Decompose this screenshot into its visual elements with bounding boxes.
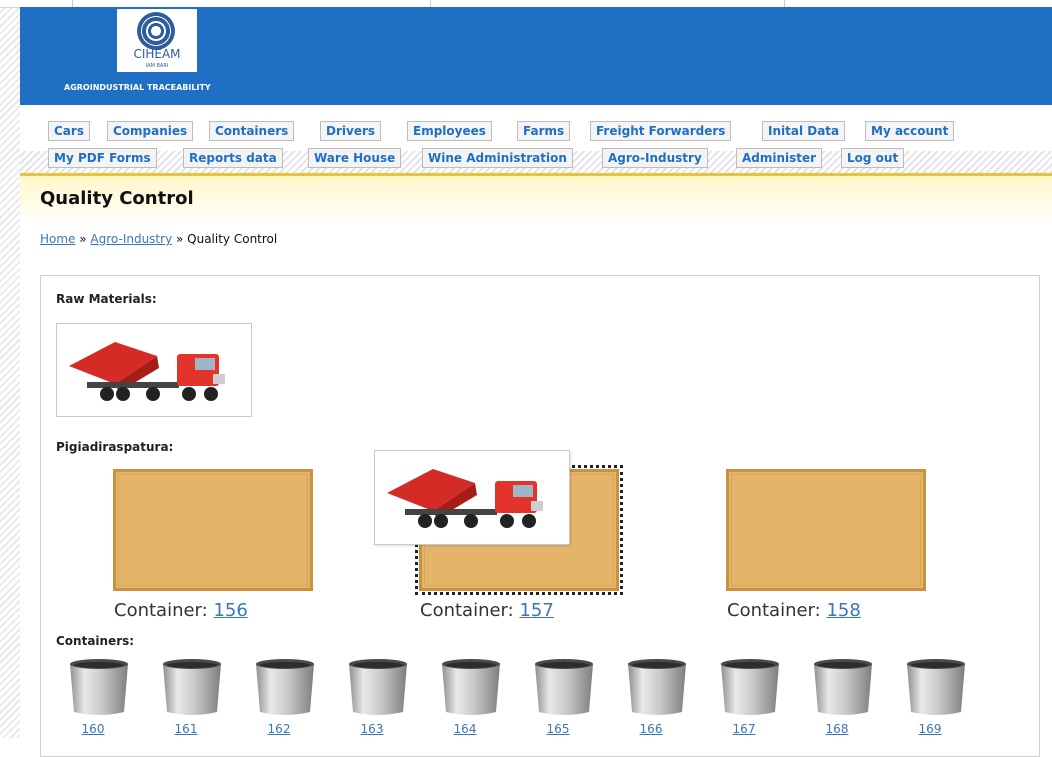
- breadcrumb: Home » Agro-Industry » Quality Control: [40, 232, 277, 246]
- tab-ware-house[interactable]: Ware House: [308, 148, 402, 168]
- raw-materials-label: Raw Materials:: [56, 292, 157, 306]
- container-link-168[interactable]: 168: [805, 722, 869, 736]
- container-can-icon[interactable]: [253, 658, 317, 718]
- container-link-160[interactable]: 160: [61, 722, 125, 736]
- tab-my-pdf-forms[interactable]: My PDF Forms: [48, 148, 157, 168]
- container-can-icon[interactable]: [160, 658, 224, 718]
- breadcrumb-home[interactable]: Home: [40, 232, 75, 246]
- top-strip-divider: [72, 0, 73, 7]
- container-caption-156: Container: 156: [114, 600, 248, 621]
- container-can-icon[interactable]: [811, 658, 875, 718]
- tab-log-out[interactable]: Log out: [841, 148, 905, 168]
- breadcrumb-separator: »: [172, 232, 188, 246]
- container-can-icon[interactable]: [625, 658, 689, 718]
- tab-employees[interactable]: Employees: [407, 121, 492, 141]
- container-link-162[interactable]: 162: [247, 722, 311, 736]
- red-dump-truck-icon: [387, 469, 543, 528]
- container-link-161[interactable]: 161: [154, 722, 218, 736]
- container-caption-prefix: Container:: [114, 600, 214, 621]
- container-caption-prefix: Container:: [420, 600, 520, 621]
- container-bin-158[interactable]: [726, 469, 926, 591]
- tab-reports-data[interactable]: Reports data: [183, 148, 283, 168]
- container-can-icon[interactable]: [904, 658, 968, 718]
- container-link-158[interactable]: 158: [826, 600, 860, 621]
- container-link-164[interactable]: 164: [433, 722, 497, 736]
- container-bin-156[interactable]: [113, 469, 313, 591]
- container-can-icon[interactable]: [346, 658, 410, 718]
- page-title: Quality Control: [40, 188, 194, 209]
- breadcrumb-current: Quality Control: [187, 232, 278, 246]
- breadcrumb-separator: »: [75, 232, 91, 246]
- tab-administer[interactable]: Administer: [736, 148, 823, 168]
- tab-wine-administration[interactable]: Wine Administration: [422, 148, 573, 168]
- raw-material-item[interactable]: [56, 323, 252, 417]
- container-link-167[interactable]: 167: [712, 722, 776, 736]
- dragged-truck-image[interactable]: [374, 450, 570, 545]
- tab-freight-forwarders[interactable]: Freight Forwarders: [590, 121, 732, 141]
- primary-navigation: Cars Companies Containers Drivers Employ…: [20, 105, 1052, 173]
- site-slogan: AGROINDUSTRIAL TRACEABILITY: [64, 83, 211, 92]
- top-strip-divider: [784, 0, 785, 7]
- container-can-icon[interactable]: [67, 658, 131, 718]
- container-caption-157: Container: 157: [420, 600, 554, 621]
- tab-companies[interactable]: Companies: [107, 121, 194, 141]
- container-link-157[interactable]: 157: [519, 600, 553, 621]
- breadcrumb-agro-industry[interactable]: Agro-Industry: [90, 232, 172, 246]
- ciheam-emblem-icon: [137, 12, 175, 50]
- tab-farms[interactable]: Farms: [517, 121, 571, 141]
- top-strip-divider: [430, 0, 431, 7]
- red-dump-truck-icon: [69, 342, 225, 401]
- container-link-166[interactable]: 166: [619, 722, 683, 736]
- container-link-156[interactable]: 156: [213, 600, 247, 621]
- tab-inital-data[interactable]: Inital Data: [762, 121, 846, 141]
- logo-text: CIHEAM: [133, 47, 181, 61]
- page-title-bar: Quality Control: [20, 173, 1052, 226]
- container-can-icon[interactable]: [532, 658, 596, 718]
- containers-label: Containers:: [56, 634, 135, 648]
- pigiadiraspatura-label: Pigiadiraspatura:: [56, 440, 174, 454]
- tab-agro-industry[interactable]: Agro-Industry: [602, 148, 708, 168]
- container-caption-prefix: Container:: [727, 600, 827, 621]
- tab-my-account[interactable]: My account: [865, 121, 955, 141]
- container-caption-158: Container: 158: [727, 600, 861, 621]
- container-link-169[interactable]: 169: [898, 722, 962, 736]
- tab-cars[interactable]: Cars: [48, 121, 90, 141]
- logo-subtext: IAM BARI: [145, 63, 169, 69]
- left-stripe-background: [0, 0, 20, 738]
- tab-containers[interactable]: Containers: [209, 121, 295, 141]
- container-link-165[interactable]: 165: [526, 722, 590, 736]
- container-link-163[interactable]: 163: [340, 722, 404, 736]
- site-header: CIHEAM IAM BARI AGROINDUSTRIAL TRACEABIL…: [20, 7, 1052, 105]
- site-logo[interactable]: CIHEAM IAM BARI: [117, 9, 197, 72]
- container-can-icon[interactable]: [718, 658, 782, 718]
- tab-drivers[interactable]: Drivers: [320, 121, 382, 141]
- container-can-icon[interactable]: [439, 658, 503, 718]
